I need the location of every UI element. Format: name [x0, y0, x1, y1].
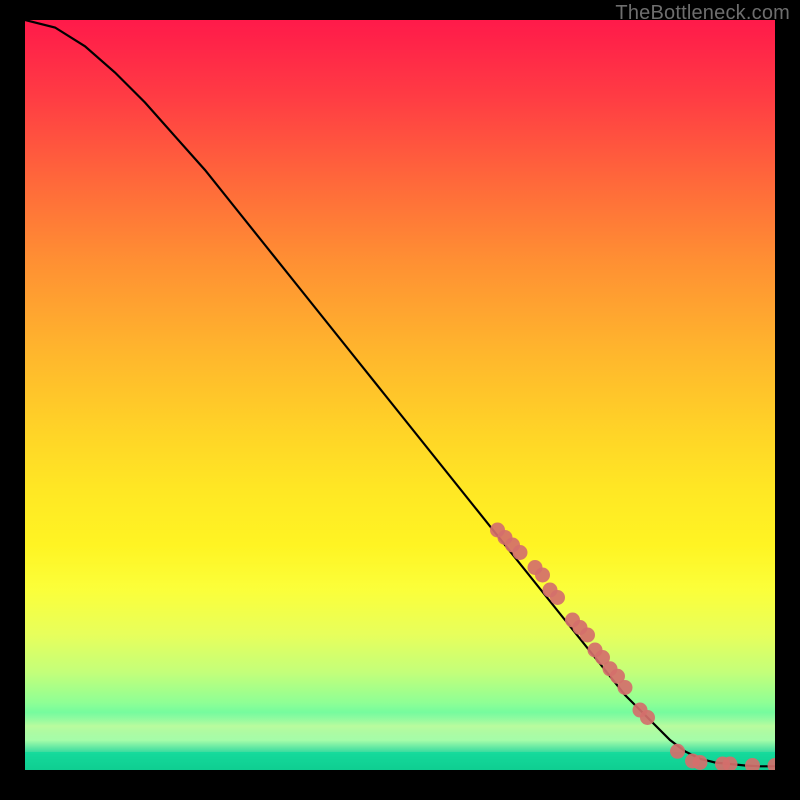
attribution-text: TheBottleneck.com [615, 2, 790, 25]
plot-area [25, 20, 775, 770]
rainbow-gradient-bg [25, 20, 775, 770]
chart-frame: TheBottleneck.com [0, 0, 800, 800]
